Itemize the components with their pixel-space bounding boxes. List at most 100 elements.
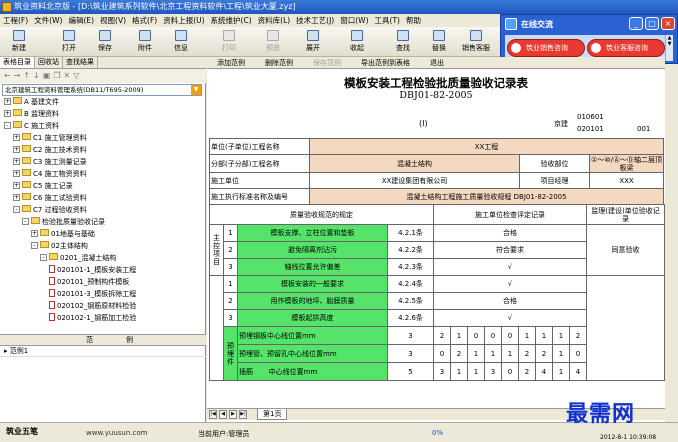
tree-item[interactable]: - 检验批质量验收记录 (22, 217, 105, 228)
chat-close-button[interactable]: × (661, 17, 675, 30)
first-sheet-icon[interactable]: |◀ (209, 410, 217, 419)
embed-cell[interactable]: 1 (467, 362, 485, 381)
info-button[interactable]: 信息 (166, 29, 196, 55)
tree-item[interactable]: + C6 施工试验资料 (13, 193, 87, 204)
collapse-icon[interactable]: - (31, 242, 38, 249)
up-icon[interactable]: ↑ (23, 71, 33, 80)
collapse-icon[interactable]: - (22, 218, 29, 225)
main-item-record[interactable]: √ (432, 258, 588, 276)
chat-maximize-button[interactable]: □ (645, 17, 659, 30)
yanshou-value[interactable]: ①～⑩/Ⓐ～Ⓓ轴二层顶板梁 (588, 154, 665, 173)
tree-item[interactable]: + C4 施工物资资料 (13, 169, 87, 180)
menu-file[interactable]: 文件(W) (31, 14, 65, 27)
sample-list-item[interactable]: ▸ 范例1 (0, 346, 206, 357)
tab-table-catalog[interactable]: 表格目录 (0, 57, 35, 68)
embed-cell[interactable]: 2 (568, 326, 588, 345)
embed-cell[interactable]: 2 (433, 326, 451, 345)
back-icon[interactable]: ← (4, 71, 14, 80)
embed-cell[interactable]: 1 (552, 326, 570, 345)
tree-item[interactable]: 020101_预制构件模板 (49, 277, 129, 288)
tree-item[interactable]: + C3 施工测量记录 (13, 157, 87, 168)
menu-tech[interactable]: 技术工艺(J) (293, 14, 337, 27)
find-button[interactable]: 查找 (388, 29, 418, 55)
replace-button[interactable]: 替换 (424, 29, 454, 55)
tree-item[interactable]: - C7 过程验收资料 (13, 205, 87, 216)
expand-icon[interactable]: + (13, 146, 20, 153)
sales-consult-button[interactable]: 筑业销售咨询 (507, 39, 585, 57)
embed-cell[interactable]: 4 (535, 362, 553, 381)
standard-select[interactable]: 北京建筑工程资料管理系统(DB11/T695-2009) ▼ (2, 84, 202, 96)
new-button[interactable]: 新建 (4, 29, 34, 55)
tab-search-results[interactable]: 查找结果 (63, 57, 98, 68)
tree-item[interactable]: 020102-1_钢筋加工检验 (49, 313, 136, 324)
delete-icon[interactable]: ✕ (64, 71, 74, 80)
sheet-tab-1[interactable]: 第1页 (257, 409, 288, 420)
last-sheet-icon[interactable]: ▶| (239, 410, 247, 419)
menu-edit[interactable]: 编辑(E) (65, 14, 97, 27)
sg-value[interactable]: XX建设集团有限公司 (309, 172, 520, 189)
save-sample-button[interactable]: 保存范例 (303, 57, 351, 68)
tree-item[interactable]: + C1 施工管理资料 (13, 133, 87, 144)
embed-cell[interactable]: 2 (518, 362, 536, 381)
export-sample-button[interactable]: 导出范例到表格 (351, 57, 420, 68)
tree-item[interactable]: + B 监理资料 (4, 109, 59, 120)
collapse-icon[interactable]: - (4, 122, 11, 129)
expand-icon[interactable]: + (13, 158, 20, 165)
tree-item[interactable]: + C2 施工技术资料 (13, 145, 87, 156)
save-button[interactable]: 保存 (90, 29, 120, 55)
embed-cell[interactable]: 3 (433, 362, 451, 381)
general-item-record[interactable]: √ (432, 275, 588, 293)
embed-cell[interactable]: 1 (467, 344, 485, 363)
embed-cell[interactable]: 0 (467, 326, 485, 345)
menu-help[interactable]: 帮助 (403, 14, 424, 27)
main-item-record[interactable]: 合格 (432, 224, 588, 242)
print-button[interactable]: 打印 (214, 29, 244, 55)
menu-library[interactable]: 资料库(L) (255, 14, 294, 27)
expand-icon[interactable]: + (4, 110, 11, 117)
embed-cell[interactable]: 1 (535, 326, 553, 345)
chevron-down-icon[interactable]: ▼ (191, 85, 201, 95)
copy-icon[interactable]: ❐ (53, 71, 63, 80)
tree-item[interactable]: + C5 施工记录 (13, 181, 73, 192)
expand-icon[interactable]: + (4, 98, 11, 105)
main-item-record[interactable]: 符合要求 (432, 241, 588, 259)
tree-item[interactable]: +01地基与基础 (31, 229, 95, 240)
menu-format[interactable]: 格式(F) (129, 14, 160, 27)
embed-cell[interactable]: 2 (535, 344, 553, 363)
menu-tools[interactable]: 工具(T) (372, 14, 403, 27)
form-number-1[interactable]: 010601 (577, 113, 604, 121)
expand-button[interactable]: 展开 (298, 29, 328, 55)
sales-service-button[interactable]: 销售客服 (458, 29, 494, 55)
embed-cell[interactable]: 1 (518, 326, 536, 345)
embed-cell[interactable]: 1 (450, 362, 468, 381)
down-icon[interactable]: ↓ (33, 71, 43, 80)
menu-upload[interactable]: 资料上报(U) (160, 14, 207, 27)
tree-item[interactable]: 020101-1_模板安装工程 (49, 265, 136, 276)
tree-item[interactable]: + A 基建文件 (4, 97, 59, 108)
expand-icon[interactable]: + (13, 170, 20, 177)
tree-item[interactable]: - 02主体结构 (31, 241, 88, 252)
next-sheet-icon[interactable]: ▶ (229, 410, 237, 419)
new-folder-icon[interactable]: ▣ (43, 71, 54, 80)
embed-cell[interactable]: 1 (450, 326, 468, 345)
preview-button[interactable]: 预览 (258, 29, 288, 55)
service-consult-button[interactable]: 筑业客服咨询 (587, 39, 665, 57)
chat-minimize-button[interactable]: _ (629, 17, 643, 30)
unit-value[interactable]: XX工程 (308, 138, 665, 155)
main-supervisor[interactable]: 同意验收 (586, 224, 666, 276)
forward-icon[interactable]: → (14, 71, 24, 80)
delete-sample-button[interactable]: 删除范例 (255, 57, 303, 68)
fenbu-value[interactable]: 混凝土结构 (309, 154, 520, 173)
tree-item[interactable]: - 0201_混凝土结构 (40, 253, 116, 264)
collapse-icon[interactable]: - (13, 206, 20, 213)
general-item-record[interactable]: √ (432, 309, 588, 327)
embed-cell[interactable]: 1 (552, 344, 570, 363)
menu-system[interactable]: 系统维护(C) (208, 14, 255, 27)
std-value[interactable]: 混凝土结构工程施工质量验收规程 DBJ01-82-2005 (308, 188, 665, 205)
tab-recycle-bin[interactable]: 回收站 (35, 57, 63, 68)
exit-button[interactable]: 退出 (420, 57, 454, 68)
tree-item[interactable]: 020101-3_模板拆除工程 (49, 289, 136, 300)
embed-cell[interactable]: 0 (484, 326, 502, 345)
expand-icon[interactable]: + (13, 194, 20, 201)
embed-cell[interactable]: 0 (433, 344, 451, 363)
